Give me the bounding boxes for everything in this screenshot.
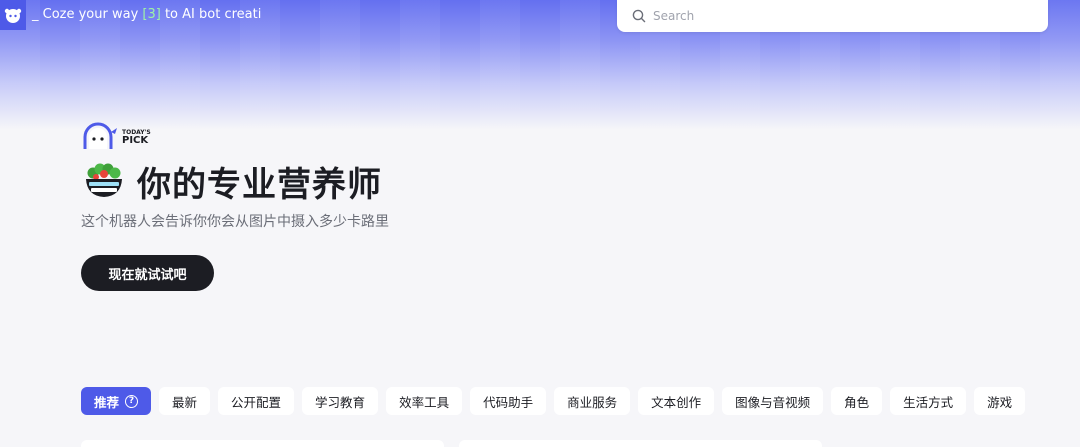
today-pick-badge: TODAY'S PICK <box>83 122 153 154</box>
tagline-prefix: _ Coze your way <box>32 7 143 22</box>
help-circle-icon[interactable]: ? <box>125 394 139 408</box>
category-tabs: 推荐 ? 最新 公开配置 学习教育 效率工具 代码助手 商业服务 文本创作 图像… <box>81 387 1026 415</box>
salad-bowl-icon <box>83 160 125 202</box>
bot-card[interactable] <box>459 440 822 447</box>
search-icon <box>632 9 646 23</box>
tab-productivity[interactable]: 效率工具 <box>386 387 463 415</box>
tab-characters[interactable]: 角色 <box>831 387 883 415</box>
today-pick-big-text: PICK <box>122 135 149 146</box>
tab-public-config[interactable]: 公开配置 <box>218 387 295 415</box>
tab-lifestyle[interactable]: 生活方式 <box>890 387 967 415</box>
coze-logo-icon[interactable] <box>0 0 26 30</box>
featured-bot-title: 你的专业营养师 <box>137 164 382 205</box>
try-now-button[interactable]: 现在就试试吧 <box>81 255 214 291</box>
tab-code-assistant[interactable]: 代码助手 <box>470 387 547 415</box>
featured-bot-description: 这个机器人会告诉你你会从图片中摄入多少卡路里 <box>81 214 389 230</box>
tab-games[interactable]: 游戏 <box>974 387 1026 415</box>
tab-writing[interactable]: 文本创作 <box>638 387 715 415</box>
tab-label: 推荐 <box>94 394 120 410</box>
search-bar[interactable] <box>617 0 1048 32</box>
tab-recommended[interactable]: 推荐 ? <box>81 387 152 415</box>
search-input[interactable] <box>653 9 1033 23</box>
topbar-tagline: _ Coze your way [3] to AI bot creati <box>32 7 261 22</box>
today-pick-icon <box>83 122 119 154</box>
bot-card[interactable] <box>81 440 444 447</box>
tab-business[interactable]: 商业服务 <box>554 387 631 415</box>
featured-bot-header: 你的专业营养师 <box>83 158 382 205</box>
tab-latest[interactable]: 最新 <box>159 387 211 415</box>
tab-education[interactable]: 学习教育 <box>302 387 379 415</box>
today-pick-label: TODAY'S PICK <box>122 130 151 146</box>
tagline-suffix: to AI bot creati <box>160 7 262 22</box>
tab-image-audio-video[interactable]: 图像与音视频 <box>722 387 824 415</box>
tagline-highlight: [3] <box>142 7 161 22</box>
